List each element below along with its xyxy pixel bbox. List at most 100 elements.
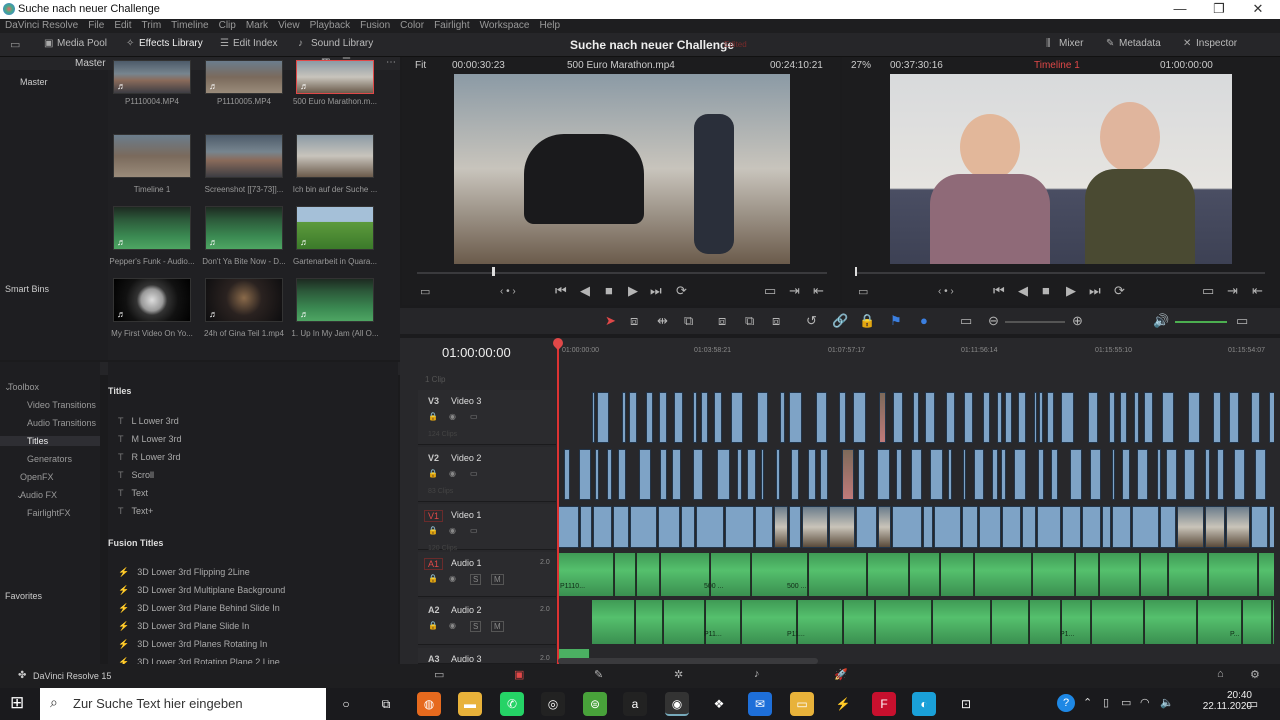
play-icon[interactable]: ▶ (628, 283, 638, 299)
expand-chevron-icon[interactable]: ⌄ (16, 490, 24, 501)
video-clip[interactable] (842, 449, 855, 500)
audio-clip[interactable] (1258, 553, 1274, 596)
volume-icon[interactable]: 🔊 (1153, 313, 1169, 329)
stop-icon[interactable]: ■ (605, 283, 613, 298)
video-clip[interactable] (628, 392, 638, 443)
video-clip[interactable] (820, 449, 829, 500)
audio-clip[interactable] (664, 600, 706, 644)
video-clip[interactable] (622, 392, 626, 443)
video-clip[interactable] (1088, 392, 1099, 443)
video-clip[interactable] (713, 392, 723, 443)
video-clip[interactable] (1090, 449, 1101, 500)
video-clip[interactable] (1050, 449, 1059, 500)
media-pool-clip[interactable] (113, 134, 191, 178)
track-header-v1[interactable]: V1 Video 1 🔒 ◉ ▭ 120 Clips (418, 504, 556, 552)
media-pool-clip[interactable]: ♬ (113, 206, 191, 250)
mark-in-icon[interactable]: ⇥ (789, 283, 800, 299)
zoom-in-icon[interactable]: ⊕ (1072, 313, 1083, 329)
skip-start-icon[interactable]: ⏮ (555, 283, 567, 299)
video-clip[interactable] (1251, 506, 1269, 548)
video-clip[interactable] (696, 506, 724, 548)
video-clip[interactable] (681, 506, 696, 548)
video-clip[interactable] (853, 392, 866, 443)
menu-item[interactable]: Fairlight (434, 20, 470, 31)
timeline-playhead[interactable] (557, 343, 559, 664)
track-lane-v2[interactable] (558, 447, 1274, 502)
menu-item[interactable]: DaVinci Resolve (5, 20, 78, 31)
video-clip[interactable] (788, 506, 802, 548)
video-clip[interactable] (1213, 392, 1222, 443)
whatsapp-icon[interactable]: ✆ (500, 692, 524, 716)
menu-item[interactable]: View (278, 20, 300, 31)
source-playhead[interactable] (492, 267, 495, 276)
cortana-icon[interactable]: ○ (334, 692, 358, 716)
insert-clip-icon[interactable]: ⧈ (718, 313, 726, 329)
video-clip[interactable] (674, 392, 684, 443)
tree-item-toolbox[interactable]: Toolbox (8, 382, 39, 392)
minimize-button[interactable]: — (1160, 1, 1200, 18)
track-video-icon[interactable]: ▭ (470, 526, 478, 535)
davinci-taskbar-icon[interactable]: ◉ (665, 692, 689, 716)
folder-icon[interactable]: ▭ (790, 692, 814, 716)
media-pool-clip[interactable]: ♬ (205, 206, 283, 250)
video-clip[interactable] (1143, 392, 1153, 443)
audio-clip[interactable] (636, 553, 661, 596)
audio-clip[interactable] (1032, 553, 1075, 596)
track-lane-a2[interactable]: P11... P11... P1... P... (558, 599, 1274, 645)
maximize-button[interactable]: ❐ (1199, 1, 1239, 18)
windows-start-icon[interactable]: ⊞ (10, 694, 28, 712)
video-clip[interactable] (1132, 506, 1159, 548)
video-clip[interactable] (1120, 392, 1128, 443)
video-clip[interactable] (638, 449, 651, 500)
track-name[interactable]: Video 1 (451, 510, 481, 520)
track-lock-icon[interactable]: 🔒 (428, 412, 438, 421)
video-clip[interactable] (855, 506, 877, 548)
timeline-in-icon[interactable]: ⇥ (1227, 283, 1238, 299)
track-header-v3[interactable]: V3 Video 3 🔒 ◉ ▭ 124 Clips (418, 390, 556, 445)
track-lane-v1[interactable] (558, 504, 1274, 550)
audio-clip[interactable] (1075, 553, 1099, 596)
video-clip[interactable] (1216, 449, 1225, 500)
video-clip[interactable] (1033, 392, 1037, 443)
sound-library-button[interactable]: ♪ Sound Library (298, 38, 373, 49)
audio-clip[interactable] (1099, 553, 1141, 596)
edit-index-button[interactable]: ☰ Edit Index (220, 38, 277, 49)
metadata-button[interactable]: ✎ Metadata (1106, 38, 1161, 49)
audio-clip[interactable] (876, 600, 932, 644)
expand-chevron-icon[interactable]: ⌄ (4, 382, 12, 393)
video-clip[interactable] (946, 392, 955, 443)
track-lock-icon[interactable]: 🔒 (428, 621, 438, 630)
track-header-a1[interactable]: A1 Audio 1 2.0 🔒 ◉ S M (418, 552, 556, 597)
audio-clip[interactable] (1273, 600, 1274, 644)
tree-item-audio-transitions[interactable]: Audio Transitions (27, 418, 96, 428)
menu-item[interactable]: Color (400, 20, 424, 31)
video-clip[interactable] (671, 449, 681, 500)
video-clip[interactable] (1228, 392, 1240, 443)
video-clip[interactable] (962, 506, 979, 548)
video-clip[interactable] (717, 449, 730, 500)
panel-toggle-icon[interactable]: ▭ (10, 38, 20, 51)
trim-tool-icon[interactable]: ⧈ (630, 313, 638, 329)
video-clip[interactable] (592, 506, 613, 548)
media-page-icon[interactable]: ▭ (434, 668, 444, 681)
video-clip[interactable] (973, 449, 985, 500)
video-clip[interactable] (1112, 506, 1132, 548)
video-clip[interactable] (1047, 392, 1055, 443)
video-clip[interactable] (893, 392, 903, 443)
track-header-a3[interactable]: A3 Audio 3 2.0 (418, 648, 556, 664)
track-view-icon[interactable]: ◉ (449, 469, 456, 478)
store-icon[interactable]: ⊡ (954, 692, 978, 716)
video-clip[interactable] (911, 449, 923, 500)
zoom-slider[interactable] (1005, 321, 1065, 323)
video-clip[interactable] (613, 506, 630, 548)
timeline-out-icon[interactable]: ⇤ (1252, 283, 1263, 299)
video-clip[interactable] (1017, 392, 1026, 443)
dropbox-icon[interactable]: ❖ (707, 692, 731, 716)
tray-chevron-icon[interactable]: ⌃ (1083, 696, 1092, 709)
menu-item[interactable]: Mark (246, 20, 268, 31)
media-pool-clip[interactable] (296, 134, 374, 178)
video-clip[interactable] (659, 392, 667, 443)
marker-icon[interactable]: ● (920, 313, 928, 328)
jog-control-icon[interactable]: ‹ • › (500, 286, 516, 297)
video-clip[interactable] (1159, 506, 1177, 548)
